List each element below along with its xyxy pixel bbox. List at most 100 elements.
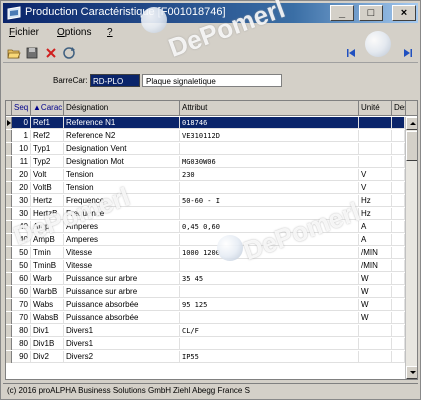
cell-attr[interactable]: CL/F	[180, 325, 359, 337]
menu-options[interactable]: Options	[57, 27, 91, 38]
cell-attr[interactable]	[180, 234, 359, 246]
cell-carac[interactable]: Hertz	[31, 195, 64, 207]
cell-desig[interactable]: Amperes	[64, 221, 180, 233]
header-designation[interactable]: Désignation	[64, 101, 180, 116]
cell-seq[interactable]: 0	[12, 117, 31, 129]
cell-seq[interactable]: 60	[12, 286, 31, 298]
scroll-down-button[interactable]	[406, 366, 417, 379]
cell-carac[interactable]: Volt	[31, 169, 64, 181]
cell-attr[interactable]	[180, 208, 359, 220]
cell-seq[interactable]: 90	[12, 351, 31, 363]
cell-attr[interactable]	[180, 260, 359, 272]
cell-attr[interactable]	[180, 312, 359, 324]
cell-des2[interactable]	[392, 351, 405, 363]
cell-des2[interactable]	[392, 156, 405, 168]
table-row[interactable]: 80 Div1B Divers1	[6, 338, 405, 350]
cell-attr[interactable]: VE310112D	[180, 130, 359, 142]
menu-help[interactable]: ?	[107, 27, 113, 38]
cell-desig[interactable]: Reference N2	[64, 130, 180, 142]
cell-seq[interactable]: 40	[12, 221, 31, 233]
cell-attr[interactable]: 1000 1200	[180, 247, 359, 259]
cell-desig[interactable]: Vitesse	[64, 247, 180, 259]
cell-seq[interactable]: 20	[12, 182, 31, 194]
maximize-button[interactable]: □	[359, 5, 383, 21]
cell-unite[interactable]: Hz	[359, 195, 392, 207]
cell-des2[interactable]	[392, 221, 405, 233]
folder-open-icon[interactable]	[7, 46, 21, 60]
cell-unite[interactable]: /MIN	[359, 260, 392, 272]
cell-desig[interactable]: Frequence	[64, 208, 180, 220]
table-row[interactable]: 40 AmpB Amperes A	[6, 234, 405, 246]
cell-unite[interactable]	[359, 130, 392, 142]
cell-seq[interactable]: 50	[12, 260, 31, 272]
cell-seq[interactable]: 70	[12, 299, 31, 311]
cell-desig[interactable]: Designation Vent	[64, 143, 180, 155]
cell-carac[interactable]: WabsB	[31, 312, 64, 324]
cell-unite[interactable]: /MIN	[359, 247, 392, 259]
cell-seq[interactable]: 60	[12, 273, 31, 285]
table-row[interactable]: 1 Ref2 Reference N2 VE310112D	[6, 130, 405, 142]
cell-desig[interactable]: Puissance sur arbre	[64, 273, 180, 285]
cell-unite[interactable]: V	[359, 182, 392, 194]
cell-des2[interactable]	[392, 130, 405, 142]
cell-attr[interactable]: 0,45 0,60	[180, 221, 359, 233]
cell-unite[interactable]	[359, 351, 392, 363]
cell-des2[interactable]	[392, 234, 405, 246]
cell-attr[interactable]	[180, 286, 359, 298]
cell-carac[interactable]: VoltB	[31, 182, 64, 194]
cell-unite[interactable]	[359, 338, 392, 350]
cell-seq[interactable]: 50	[12, 247, 31, 259]
cell-attr[interactable]: 50-60 - I	[180, 195, 359, 207]
cell-seq[interactable]: 30	[12, 208, 31, 220]
cell-carac[interactable]: Typ2	[31, 156, 64, 168]
cell-carac[interactable]: Typ1	[31, 143, 64, 155]
cell-desig[interactable]: Amperes	[64, 234, 180, 246]
cell-des2[interactable]	[392, 208, 405, 220]
cell-des2[interactable]	[392, 117, 405, 129]
cell-unite[interactable]	[359, 325, 392, 337]
cell-attr[interactable]: 230	[180, 169, 359, 181]
cell-carac[interactable]: Ref1	[31, 117, 64, 129]
cell-attr[interactable]: 35 45	[180, 273, 359, 285]
cell-des2[interactable]	[392, 325, 405, 337]
header-des[interactable]: Des	[392, 101, 406, 116]
cell-desig[interactable]: Reference N1	[64, 117, 180, 129]
table-row[interactable]: 60 Warb Puissance sur arbre 35 45 W	[6, 273, 405, 285]
cell-des2[interactable]	[392, 195, 405, 207]
cell-attr[interactable]: MG030W06	[180, 156, 359, 168]
header-unite[interactable]: Unité	[359, 101, 392, 116]
table-row[interactable]: 80 Div1 Divers1 CL/F	[6, 325, 405, 337]
cell-unite[interactable]: A	[359, 221, 392, 233]
cell-carac[interactable]: Div1	[31, 325, 64, 337]
cell-seq[interactable]: 40	[12, 234, 31, 246]
cell-attr[interactable]	[180, 338, 359, 350]
cell-carac[interactable]: HertzB	[31, 208, 64, 220]
cell-carac[interactable]: Ref2	[31, 130, 64, 142]
vertical-scrollbar[interactable]	[405, 117, 417, 379]
cell-des2[interactable]	[392, 247, 405, 259]
cell-attr[interactable]	[180, 182, 359, 194]
cell-desig[interactable]: Frequence	[64, 195, 180, 207]
cell-carac[interactable]: Tmin	[31, 247, 64, 259]
table-row[interactable]: 70 WabsB Puissance absorbée W	[6, 312, 405, 324]
cell-desig[interactable]: Tension	[64, 169, 180, 181]
title-bar[interactable]: Production Caractéristique [F001018746] …	[3, 3, 418, 23]
cell-attr[interactable]	[180, 143, 359, 155]
table-row[interactable]: 40 Amp Amperes 0,45 0,60 A	[6, 221, 405, 233]
refresh-icon[interactable]	[62, 46, 76, 60]
cell-des2[interactable]	[392, 260, 405, 272]
cell-des2[interactable]	[392, 299, 405, 311]
last-record-icon[interactable]	[401, 46, 415, 60]
cell-unite[interactable]	[359, 143, 392, 155]
cell-unite[interactable]: W	[359, 299, 392, 311]
cell-unite[interactable]: W	[359, 312, 392, 324]
cell-desig[interactable]: Puissance absorbée	[64, 299, 180, 311]
cell-desig[interactable]: Vitesse	[64, 260, 180, 272]
cell-unite[interactable]: W	[359, 286, 392, 298]
table-row[interactable]: 0 Ref1 Reference N1 018746	[6, 117, 405, 129]
cell-carac[interactable]: Div2	[31, 351, 64, 363]
cell-unite[interactable]	[359, 117, 392, 129]
first-record-icon[interactable]	[344, 46, 358, 60]
cell-des2[interactable]	[392, 182, 405, 194]
cell-desig[interactable]: Divers2	[64, 351, 180, 363]
